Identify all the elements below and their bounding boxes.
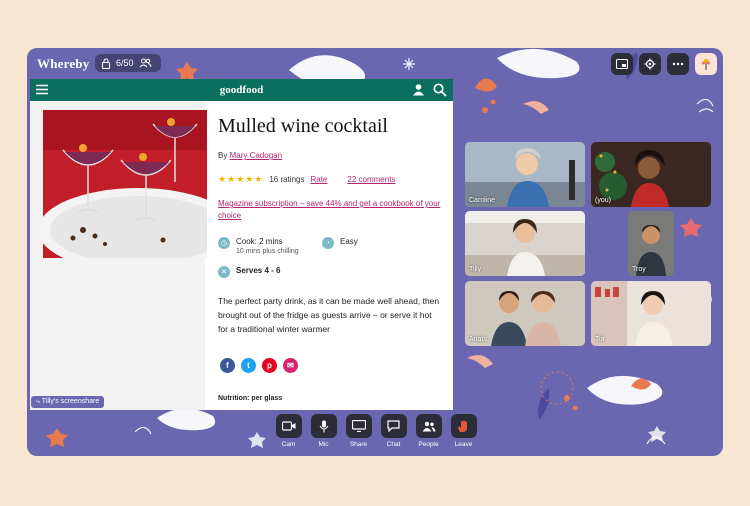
difficulty: Easy (340, 237, 358, 246)
tia-video (591, 281, 711, 346)
recipe-page: Mulled wine cocktail By Mary Cadogan ★★★… (30, 101, 453, 410)
facebook-icon[interactable]: f (220, 358, 235, 373)
mic-label: Mic (318, 441, 329, 448)
call-controls: Cam Mic Share Chat People Leave (275, 414, 477, 448)
more-icon (672, 62, 684, 66)
participant-name: Troy (632, 266, 646, 273)
ratings-count: 16 ratings (269, 175, 305, 184)
twitter-icon[interactable]: t (241, 358, 256, 373)
chat-icon (387, 420, 400, 432)
subscription-link[interactable]: Magazine subscription – save 44% and get… (218, 199, 440, 220)
goodfood-logo: goodfood (219, 84, 264, 96)
video-tile-tilly[interactable]: Tilly (465, 211, 585, 276)
recipe-description: The perfect party drink, as it can be ma… (218, 296, 440, 334)
chat-label: Chat (386, 441, 401, 448)
cam-label: Cam (281, 441, 296, 448)
share-control: Share (345, 414, 372, 448)
rate-link[interactable]: Rate (310, 175, 327, 184)
mic-button[interactable] (310, 414, 337, 438)
participant-name: Tia (595, 336, 605, 343)
whereby-logo: Whereby (37, 56, 90, 71)
cam-button[interactable] (275, 414, 302, 438)
cocktail-photo (43, 110, 207, 258)
mic-control: Mic (310, 414, 337, 448)
people-control: People (415, 414, 442, 448)
recipe-title: Mulled wine cocktail (218, 115, 388, 137)
participant-name: (you) (595, 197, 611, 204)
whereby-room-window: Whereby 6/50 goodfood Mulled wine cockta… (27, 48, 723, 456)
participant-name: Anaïs (469, 336, 487, 343)
leave-button[interactable] (450, 414, 477, 438)
serves: Serves 4 - 6 (236, 266, 281, 275)
people-icon (139, 58, 152, 68)
social-share-links: f t p ✉ (220, 358, 298, 373)
clock-icon: ◷ (218, 237, 230, 249)
tilly-video (465, 211, 585, 276)
wave-hand-icon (458, 420, 467, 432)
pinterest-icon[interactable]: p (262, 358, 277, 373)
top-right-toolbar (611, 53, 717, 75)
star-rating[interactable]: ★★★★★ (218, 174, 263, 185)
cook-time-row: ◷ Cook: 2 mins 10 mins plus chilling (218, 237, 299, 255)
share-button[interactable] (345, 414, 372, 438)
leave-label: Leave (454, 441, 473, 448)
cook-time: Cook: 2 mins (236, 237, 283, 246)
email-icon[interactable]: ✉ (283, 358, 298, 373)
gear-icon (644, 58, 656, 70)
picture-in-picture-button[interactable] (611, 53, 633, 75)
room-lock-participants-pill[interactable]: 6/50 (95, 54, 161, 72)
chat-button[interactable] (380, 414, 407, 438)
screen-share-icon (351, 420, 366, 432)
cook-time-note: 10 mins plus chilling (236, 248, 299, 255)
video-tile-you[interactable]: (you) (591, 142, 711, 207)
difficulty-row: ◔ Easy (322, 237, 358, 249)
participants-count: 6/50 (116, 58, 134, 68)
hamburger-menu-icon[interactable] (36, 84, 48, 95)
participant-name: Caroline (469, 197, 496, 204)
rating-row: ★★★★★ 16 ratings Rate 22 comments (218, 174, 395, 185)
video-tile-anais[interactable]: Anaïs (465, 281, 585, 346)
video-tile-caroline[interactable]: Caroline (465, 142, 585, 207)
leave-control: Leave (450, 414, 477, 448)
cutlery-icon: ✕ (218, 266, 230, 278)
video-tile-troy[interactable]: Troy (628, 211, 674, 276)
user-icon[interactable] (412, 83, 425, 96)
screenshare-label: ⤷ Tilly's screenshare (31, 396, 105, 408)
microphone-icon (319, 420, 328, 432)
comments-link[interactable]: 22 comments (347, 175, 395, 184)
my-avatar-button[interactable] (695, 53, 717, 75)
shared-screen[interactable]: goodfood Mulled wine cocktail By Mary Ca… (30, 79, 453, 410)
people-label: People (418, 441, 439, 448)
settings-button[interactable] (639, 53, 661, 75)
serves-row: ✕ Serves 4 - 6 (218, 266, 280, 278)
picture-in-picture-icon (616, 59, 628, 69)
share-label: Share (349, 441, 368, 448)
camera-icon (281, 421, 295, 431)
goodfood-header: goodfood (30, 79, 453, 101)
byline-prefix: By (218, 151, 228, 160)
people-icon (422, 421, 435, 431)
lock-icon (101, 57, 111, 69)
participant-name: Tilly (469, 266, 482, 273)
people-button[interactable] (415, 414, 442, 438)
more-options-button[interactable] (667, 53, 689, 75)
search-icon[interactable] (433, 83, 447, 97)
author-link[interactable]: Mary Cadogan (230, 151, 282, 160)
chat-control: Chat (380, 414, 407, 448)
nutrition-heading: Nutrition: per glass (218, 395, 283, 402)
recipe-byline: By Mary Cadogan (218, 151, 282, 160)
flower-avatar-icon (702, 58, 710, 70)
video-tile-tia[interactable]: Tia (591, 281, 711, 346)
subscription-promo: Magazine subscription – save 44% and get… (218, 198, 443, 222)
cam-control: Cam (275, 414, 302, 448)
difficulty-icon: ◔ (322, 237, 334, 249)
